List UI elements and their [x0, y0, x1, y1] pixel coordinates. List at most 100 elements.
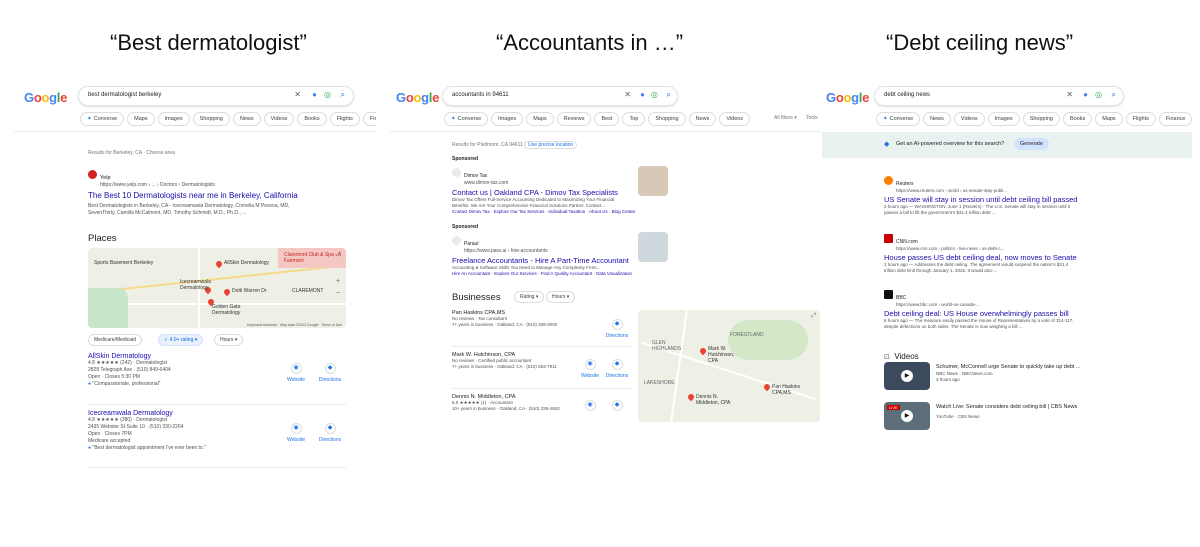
mic-icon[interactable]: ● — [312, 90, 317, 99]
search-icon[interactable]: ⌕ — [1112, 90, 1116, 100]
result-title-link[interactable]: Debt ceiling deal: US House overwhelming… — [884, 309, 1164, 318]
result-title-link[interactable]: House passes US debt ceiling deal, now m… — [884, 253, 1164, 262]
search-query[interactable]: best dermatologist berkeley — [88, 92, 161, 98]
sitelinks[interactable]: Contact Dimov Tax · Explore Our Tax Serv… — [452, 209, 666, 215]
directions-button[interactable]: ◆ Directions — [597, 319, 637, 339]
result-title-link[interactable]: Contact us | Oakland CPA - Dimov Tax Spe… — [452, 188, 666, 197]
results-location[interactable]: Results for Berkeley, CA · Choose area — [88, 150, 175, 156]
business-listing[interactable]: Pan Haskins CPA,MS No reviews · Tax cons… — [452, 310, 557, 328]
chip-news[interactable]: News — [232, 112, 261, 126]
zoom-out-icon[interactable]: − — [336, 290, 340, 297]
filter-rating[interactable]: Rating ▾ — [514, 291, 545, 303]
clear-icon[interactable]: ✕ — [294, 90, 301, 99]
video-thumbnail[interactable]: LIVE ▶ — [884, 402, 930, 430]
video-thumbnail[interactable]: ▶ — [884, 362, 930, 390]
lens-icon[interactable]: ◎ — [651, 90, 658, 99]
search-icon[interactable]: ⌕ — [341, 90, 345, 100]
businesses-map[interactable]: Mark W. Hutchinson, CPA Pan Haskins CPA,… — [638, 310, 820, 422]
clear-icon[interactable]: ✕ — [1066, 90, 1073, 99]
google-logo[interactable]: Google — [826, 90, 869, 105]
chip-videos[interactable]: Videos — [953, 112, 985, 126]
live-badge: LIVE — [887, 405, 900, 410]
search-box[interactable]: accountants in 94611 ✕ ● ◎ ⌕ — [442, 86, 678, 106]
chip-reviews[interactable]: Reviews — [556, 112, 592, 126]
chip-maps[interactable]: Maps — [1095, 112, 1123, 126]
tools-button[interactable]: Tools — [806, 115, 818, 121]
chip-images[interactable]: Images — [491, 112, 524, 126]
chip-shopping[interactable]: Shopping — [648, 112, 686, 126]
map-pin-icon[interactable] — [214, 259, 224, 269]
map-pin-icon[interactable] — [222, 287, 232, 297]
ad-thumbnail[interactable] — [638, 232, 668, 262]
chip-shopping[interactable]: Shopping — [192, 112, 230, 126]
place-name[interactable]: Icecreamwala Dermatology — [88, 410, 206, 417]
chip-maps[interactable]: Maps — [526, 112, 554, 126]
generate-button[interactable]: Generate — [1014, 138, 1049, 150]
chip-shopping[interactable]: Shopping — [1022, 112, 1060, 126]
directions-button[interactable]: ◆ — [597, 400, 637, 414]
video-result[interactable]: Watch Live: Senate considers debt ceilin… — [936, 404, 1156, 424]
google-logo[interactable]: Google — [396, 90, 439, 105]
filter-hours[interactable]: Hours ▾ — [546, 291, 576, 303]
chip-books[interactable]: Books — [1062, 112, 1093, 126]
play-icon[interactable]: ▶ — [901, 410, 913, 422]
lens-icon[interactable]: ◎ — [324, 90, 331, 99]
chip-videos[interactable]: Videos — [719, 112, 751, 126]
chip-maps[interactable]: Maps — [127, 112, 155, 126]
business-listing[interactable]: Dennis N. Middleton, CPA 5.0 ★★★★★ (1) ·… — [452, 394, 560, 412]
lens-icon[interactable]: ◎ — [1095, 90, 1102, 99]
chip-converse[interactable]: ✦ Converse — [80, 112, 125, 126]
chip-finance[interactable]: Finance — [362, 112, 376, 126]
zoom-in-icon[interactable]: + — [336, 278, 340, 285]
chip-flights[interactable]: Flights — [1125, 112, 1156, 126]
mic-icon[interactable]: ● — [640, 90, 645, 99]
search-header: Google best dermatologist berkeley ✕ ● ◎… — [14, 82, 376, 132]
chip-images[interactable]: Images — [157, 112, 190, 126]
video-result[interactable]: Schumer, McConnell urge Senate to quickl… — [936, 364, 1156, 383]
chip-finance[interactable]: Finance — [1158, 112, 1192, 126]
play-icon[interactable]: ▶ — [901, 370, 913, 382]
business-listing[interactable]: Mark W. Hutchinson, CPA No reviews · Cer… — [452, 352, 557, 370]
search-box[interactable]: best dermatologist berkeley ✕ ● ◎ ⌕ — [78, 86, 354, 106]
precise-location-button[interactable]: Use precise location — [524, 141, 578, 149]
mic-icon[interactable]: ● — [1083, 90, 1088, 99]
search-icon[interactable]: ⌕ — [667, 90, 671, 100]
yelp-result: Yelp https://www.yelp.com › ... › Doctor… — [88, 166, 298, 217]
result-title-link[interactable]: The Best 10 Dermatologists near me in Be… — [88, 191, 298, 200]
chip-news[interactable]: News — [923, 112, 951, 126]
place-listing[interactable]: Icecreamwala Dermatology 4.8 ★★★★★ (380)… — [88, 410, 206, 452]
search-query[interactable]: accountants in 94611 — [452, 92, 509, 98]
search-query[interactable]: debt ceiling news — [884, 92, 930, 98]
search-box[interactable]: debt ceiling news ✕ ● ◎ ⌕ — [874, 86, 1124, 106]
clear-icon[interactable]: ✕ — [624, 90, 631, 99]
chip-converse[interactable]: ✦ Converse — [876, 112, 921, 126]
all-filters-button[interactable]: All filters ▾ — [774, 115, 797, 121]
result-title-link[interactable]: US Senate will stay in session until deb… — [884, 195, 1164, 204]
chip-top[interactable]: Top — [622, 112, 646, 126]
map-pin-icon[interactable] — [698, 346, 708, 356]
filter-medicare[interactable]: Medicare/Medicaid — [88, 334, 142, 346]
sponsored-result: Sponsored Dimov Tax www.dimov-tax.com Co… — [452, 156, 666, 215]
expand-icon[interactable]: ⤢ — [336, 252, 341, 259]
chip-books[interactable]: Books — [297, 112, 327, 126]
filter-hours[interactable]: Hours ▾ — [214, 334, 244, 346]
chip-news[interactable]: News — [688, 112, 717, 126]
expand-icon[interactable]: ⤢ — [811, 313, 816, 320]
map-pin-icon[interactable] — [686, 392, 696, 402]
filter-rating[interactable]: ✓ 4.0+ rating ▾ — [158, 334, 204, 346]
chip-videos[interactable]: Videos — [263, 112, 295, 126]
chip-images[interactable]: Images — [987, 112, 1020, 126]
google-logo[interactable]: Google — [24, 90, 67, 105]
sitelinks[interactable]: Hire An Accountant · Explore Our Service… — [452, 271, 666, 277]
chip-flights[interactable]: Flights — [329, 112, 360, 126]
ad-thumbnail[interactable] — [638, 166, 668, 196]
result-title-link[interactable]: Freelance Accountants - Hire A Part-Time… — [452, 256, 666, 265]
directions-button[interactable]: ◆ Directions — [310, 363, 350, 383]
directions-button[interactable]: ◆ Directions — [597, 359, 637, 379]
directions-button[interactable]: ◆ Directions — [310, 423, 350, 443]
place-name[interactable]: AllSkin Dermatology — [88, 353, 171, 360]
chip-converse[interactable]: ✦ Converse — [444, 112, 489, 126]
chip-best[interactable]: Best — [594, 112, 620, 126]
places-map[interactable]: AllSkin Dermatology Icecreamwala Dermato… — [88, 248, 346, 328]
place-listing[interactable]: AllSkin Dermatology 4.8 ★★★★★ (242) · De… — [88, 353, 171, 388]
